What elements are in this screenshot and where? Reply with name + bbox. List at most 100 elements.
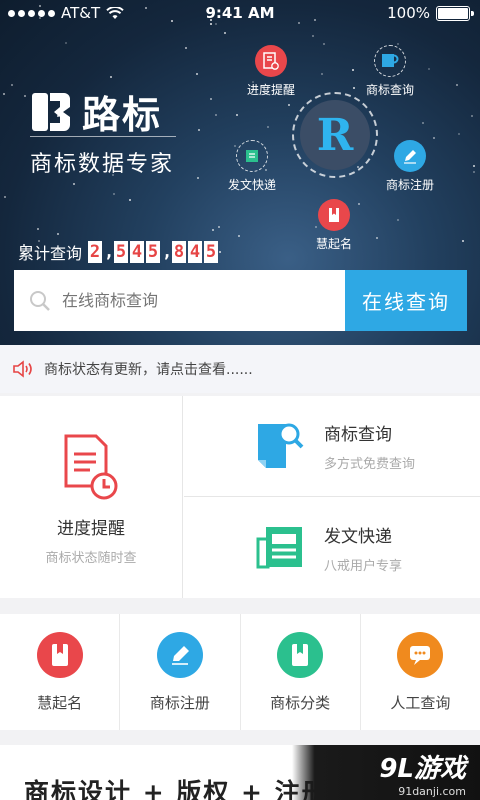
search-field[interactable]: [14, 270, 345, 331]
star: [110, 76, 112, 78]
action-naming[interactable]: 慧起名: [0, 614, 121, 730]
logo-divider: [30, 136, 176, 137]
search-bar: 在线查询: [14, 270, 467, 331]
counter-digit: 5: [204, 241, 219, 263]
watermark: 9L游戏 91danji.com: [379, 748, 466, 798]
counter-digit: 8: [172, 241, 187, 263]
quick-actions: 慧起名 商标注册 商标分类 人工查询: [0, 614, 480, 730]
star: [422, 122, 424, 124]
speaker-icon: [13, 360, 32, 378]
feature-panel: 进度提醒 商标状态随时查 商标查询 多方式免费查询 发文快递 八戒用户专享: [0, 396, 480, 598]
battery-label: 100%: [387, 4, 430, 22]
logo-mark-icon: [32, 92, 70, 131]
action-classify[interactable]: 商标分类: [241, 614, 361, 730]
star: [376, 237, 378, 239]
star: [462, 240, 464, 242]
star: [57, 233, 59, 235]
status-bar: AT&T 9:41 AM 100%: [0, 0, 480, 26]
counter-digits: 2 , 5 4 5 , 8 4 5: [88, 241, 219, 263]
star: [210, 98, 212, 100]
star: [238, 235, 240, 237]
newspaper-icon: [256, 526, 302, 568]
star: [473, 171, 475, 173]
feature-trademark-search[interactable]: 商标查询 多方式免费查询: [184, 396, 480, 497]
search-icon: [30, 290, 50, 311]
notice-text: 商标状态有更新，请点击查看......: [44, 362, 253, 378]
orbit-node-label: 进度提醒: [247, 83, 296, 97]
star: [267, 126, 269, 128]
counter-label: 累计查询: [18, 244, 83, 263]
star: [288, 104, 290, 106]
action-label: 人工查询: [390, 693, 451, 712]
orbit-node-label: 发文快递: [228, 178, 277, 192]
star: [196, 73, 198, 75]
star: [358, 203, 360, 205]
orbit-node-register[interactable]: 商标注册: [386, 140, 434, 193]
battery-icon: [436, 5, 474, 21]
star: [236, 114, 238, 116]
feature-subtitle: 商标状态随时查: [45, 551, 137, 566]
document-clock-icon: [64, 434, 118, 500]
counter-digit: 5: [114, 241, 129, 263]
star: [113, 193, 115, 195]
notice-bar[interactable]: 商标状态有更新，请点击查看......: [0, 345, 480, 393]
action-manual-query[interactable]: 人工查询: [361, 614, 480, 730]
star: [433, 137, 435, 139]
star: [37, 228, 39, 230]
brand-logo: 路标: [30, 84, 162, 139]
action-label: 慧起名: [37, 693, 83, 712]
star: [215, 114, 217, 116]
feature-express[interactable]: 发文快递 八戒用户专享: [184, 497, 480, 598]
watermark-logo: 9L游戏: [379, 754, 466, 784]
feature-title: 进度提醒: [57, 519, 125, 539]
action-label: 商标分类: [270, 693, 331, 712]
orbit-node-label: 慧起名: [316, 237, 353, 251]
book-icon: [277, 631, 324, 678]
star: [218, 226, 220, 228]
search-button[interactable]: 在线查询: [345, 270, 467, 331]
star: [321, 73, 323, 75]
star: [473, 165, 475, 167]
star: [456, 84, 458, 86]
orbit-node-search[interactable]: 商标查询: [366, 45, 414, 98]
pen-icon: [156, 631, 203, 678]
feature-title: 商标查询: [324, 425, 392, 445]
star: [24, 95, 26, 97]
star: [353, 87, 355, 89]
feature-progress[interactable]: 进度提醒 商标状态随时查: [0, 396, 183, 598]
counter-digit: 2: [88, 241, 103, 263]
book-icon: [36, 631, 83, 678]
battery-indicator: 100%: [387, 4, 474, 22]
star: [458, 133, 460, 135]
feature-subtitle: 多方式免费查询: [324, 457, 416, 472]
action-label: 商标注册: [149, 693, 210, 712]
counter-digit: 4: [130, 241, 145, 263]
chat-icon: [397, 631, 444, 678]
star: [352, 69, 354, 71]
newspaper-icon: [236, 140, 268, 172]
search-input[interactable]: [60, 290, 320, 311]
star: [397, 219, 399, 221]
counter-separator: ,: [104, 242, 115, 262]
watermark-url: 91danji.com: [398, 785, 466, 798]
star: [129, 199, 131, 201]
star: [198, 129, 200, 131]
orbit-node-express[interactable]: 发文快递: [228, 140, 276, 193]
star: [197, 177, 199, 179]
orbit-node-label: 商标注册: [386, 178, 435, 192]
orbit-node-naming[interactable]: 慧起名: [316, 199, 352, 252]
feature-text: 商标查询 多方式免费查询: [324, 420, 415, 472]
star: [3, 93, 5, 95]
orbit-node-progress[interactable]: 进度提醒: [247, 45, 295, 98]
center-logo: R: [300, 100, 370, 170]
star: [471, 115, 473, 117]
star: [4, 196, 6, 198]
document-search-icon: [258, 423, 304, 468]
document-search-icon: [374, 45, 406, 77]
counter-digit: 4: [188, 241, 203, 263]
star: [428, 68, 430, 70]
star: [73, 183, 75, 185]
action-register[interactable]: 商标注册: [120, 614, 241, 730]
brand-slogan: 商标数据专家: [30, 152, 175, 177]
star: [212, 229, 214, 231]
